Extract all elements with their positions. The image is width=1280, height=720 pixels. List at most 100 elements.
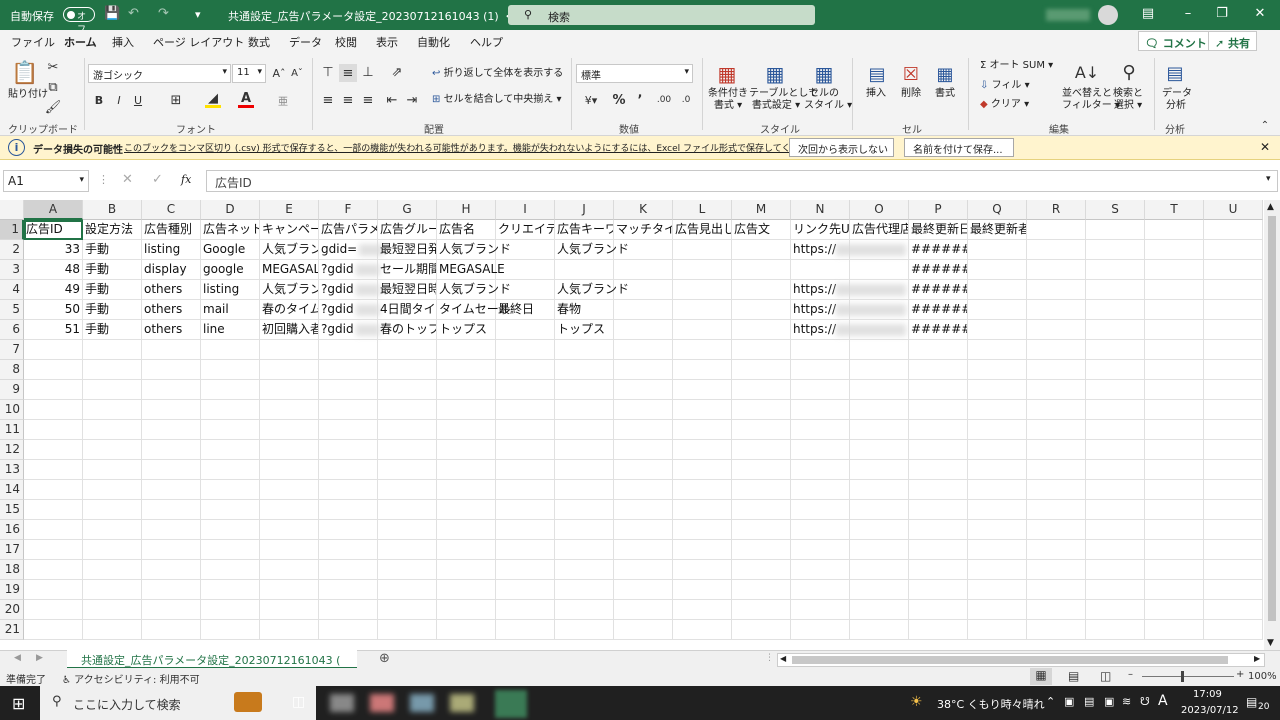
- meet-now-icon[interactable]: ▣: [1064, 695, 1074, 708]
- close-icon[interactable]: ✕: [1248, 6, 1272, 24]
- cell-c3[interactable]: display: [142, 260, 201, 280]
- cell-i1[interactable]: クリエイテ: [496, 220, 555, 240]
- copy-icon[interactable]: ⧉: [46, 80, 60, 95]
- tab-page-layout[interactable]: ページ レイアウト: [153, 34, 244, 50]
- format-as-table-button[interactable]: テーブルとして 書式設定 ▾: [749, 88, 818, 112]
- cell-styles-button[interactable]: セルの スタイル ▾: [804, 88, 852, 112]
- cell-b5[interactable]: 手動: [83, 300, 142, 320]
- sheet-tab[interactable]: 共通設定_広告パラメータ設定_20230712161043 (: [67, 650, 357, 669]
- decrease-indent-icon[interactable]: ⇤: [384, 92, 400, 108]
- insert-cells-icon[interactable]: ▤: [864, 62, 890, 86]
- cell-b3[interactable]: 手動: [83, 260, 142, 280]
- cell-g2[interactable]: 最短翌日発: [378, 240, 437, 260]
- next-sheet-icon[interactable]: ▶: [36, 653, 43, 663]
- cell-d5[interactable]: mail: [201, 300, 260, 320]
- windows-start-icon[interactable]: ⊞: [12, 694, 25, 713]
- collapse-ribbon-icon[interactable]: ⌃: [1258, 118, 1272, 132]
- cell-h3[interactable]: MEGASALE: [437, 260, 505, 280]
- cell-j4[interactable]: 人気ブランド: [555, 280, 629, 300]
- insert-cells-button[interactable]: 挿入: [866, 88, 886, 100]
- cell-c1[interactable]: 広告種別: [142, 220, 201, 240]
- font-name-select[interactable]: 游ゴシック ▾: [88, 64, 231, 83]
- row-header-14[interactable]: 14: [0, 480, 24, 500]
- increase-decimal-icon[interactable]: .00: [654, 92, 674, 108]
- weather-text[interactable]: 38°C くもり時々晴れ: [937, 696, 1045, 712]
- bold-button[interactable]: B: [93, 92, 105, 108]
- scroll-down-icon[interactable]: ▼: [1267, 638, 1274, 648]
- row-header-9[interactable]: 9: [0, 380, 24, 400]
- analyze-data-button[interactable]: データ 分析: [1162, 88, 1192, 112]
- cell-c2[interactable]: listing: [142, 240, 201, 260]
- name-box[interactable]: A1 ▾: [3, 170, 89, 192]
- cell-o1[interactable]: 広告代理店: [850, 220, 909, 240]
- cell-a4[interactable]: 49: [24, 280, 83, 300]
- share-button[interactable]: ➚ 共有: [1208, 31, 1258, 51]
- normal-view-icon[interactable]: ▦: [1030, 668, 1052, 685]
- taskbar-search[interactable]: ⚲ ここに入力して検索: [40, 686, 316, 720]
- column-header-k[interactable]: K: [614, 200, 673, 220]
- cancel-icon[interactable]: ✕: [122, 172, 133, 187]
- cell-a6[interactable]: 51: [24, 320, 83, 340]
- briefcase-icon[interactable]: [234, 692, 262, 712]
- cell-a2[interactable]: 33: [24, 240, 83, 260]
- cell-h2[interactable]: 人気ブランド: [437, 240, 511, 260]
- scroll-thumb[interactable]: [1268, 216, 1276, 621]
- row-header-7[interactable]: 7: [0, 340, 24, 360]
- cell-f2[interactable]: gdid=: [319, 240, 384, 260]
- decrease-font-icon[interactable]: Aˇ: [290, 65, 304, 81]
- row-header-1[interactable]: 1: [0, 220, 24, 240]
- cell-b2[interactable]: 手動: [83, 240, 142, 260]
- cell-b4[interactable]: 手動: [83, 280, 142, 300]
- comma-style-icon[interactable]: ʼ: [632, 92, 648, 108]
- column-header-n[interactable]: N: [791, 200, 850, 220]
- column-header-a[interactable]: A: [24, 200, 83, 220]
- cell-e4[interactable]: 人気ブラン: [260, 280, 319, 300]
- zoom-slider-thumb[interactable]: [1181, 671, 1184, 682]
- row-header-6[interactable]: 6: [0, 320, 24, 340]
- tab-help[interactable]: ヘルプ: [470, 34, 503, 50]
- align-right-icon[interactable]: ≡: [360, 92, 376, 108]
- format-cells-button[interactable]: 書式: [935, 88, 955, 100]
- delete-cells-icon[interactable]: ☒: [898, 62, 924, 86]
- dont-show-again-button[interactable]: 次回から表示しない: [789, 138, 894, 157]
- cell-d2[interactable]: Google: [201, 240, 260, 260]
- scroll-right-icon[interactable]: ▶: [1254, 654, 1260, 663]
- cell-p2[interactable]: ########: [909, 240, 968, 260]
- column-header-j[interactable]: J: [555, 200, 614, 220]
- cell-a5[interactable]: 50: [24, 300, 83, 320]
- cell-styles-icon[interactable]: ▦: [811, 62, 837, 86]
- save-as-button[interactable]: 名前を付けて保存...: [904, 138, 1014, 157]
- task-view-icon[interactable]: ◫: [292, 694, 305, 710]
- tab-automate[interactable]: 自動化: [417, 34, 450, 50]
- enter-icon[interactable]: ✓: [152, 172, 163, 187]
- row-header-19[interactable]: 19: [0, 580, 24, 600]
- find-select-icon[interactable]: ⚲: [1116, 60, 1142, 84]
- taskbar-excel[interactable]: [495, 690, 527, 718]
- cell-b6[interactable]: 手動: [83, 320, 142, 340]
- ribbon-display-icon[interactable]: ▤: [1136, 6, 1160, 24]
- taskbar-app-1[interactable]: [330, 694, 354, 712]
- display-icon[interactable]: ▤: [1084, 695, 1094, 708]
- row-header-12[interactable]: 12: [0, 440, 24, 460]
- ime-indicator[interactable]: A: [1158, 693, 1168, 709]
- cell-a3[interactable]: 48: [24, 260, 83, 280]
- autosave-toggle[interactable]: オフ: [63, 7, 95, 35]
- sort-filter-button[interactable]: 並べ替えと フィルター ▾: [1062, 88, 1120, 112]
- comment-button[interactable]: 🗨 コメント: [1138, 31, 1214, 51]
- avatar[interactable]: [1098, 5, 1118, 25]
- page-break-view-icon[interactable]: ◫: [1100, 669, 1111, 683]
- wrap-text-button[interactable]: ↩ 折り返して全体を表示する: [432, 68, 563, 80]
- cell-e1[interactable]: キャンペー: [260, 220, 319, 240]
- cell-g1[interactable]: 広告グルー: [378, 220, 437, 240]
- row-header-17[interactable]: 17: [0, 540, 24, 560]
- cell-d4[interactable]: listing: [201, 280, 260, 300]
- analyze-data-icon[interactable]: ▤: [1162, 60, 1188, 86]
- delete-cells-button[interactable]: 削除: [901, 88, 921, 100]
- cell-p3[interactable]: ########: [909, 260, 968, 280]
- horizontal-scrollbar[interactable]: ◀ ▶: [777, 653, 1265, 667]
- row-header-8[interactable]: 8: [0, 360, 24, 380]
- conditional-format-icon[interactable]: ▦: [714, 62, 740, 86]
- paste-button[interactable]: 貼り付け: [8, 89, 48, 101]
- autosum-button[interactable]: Σ オート SUM ▾: [980, 60, 1053, 72]
- percent-icon[interactable]: %: [611, 92, 627, 108]
